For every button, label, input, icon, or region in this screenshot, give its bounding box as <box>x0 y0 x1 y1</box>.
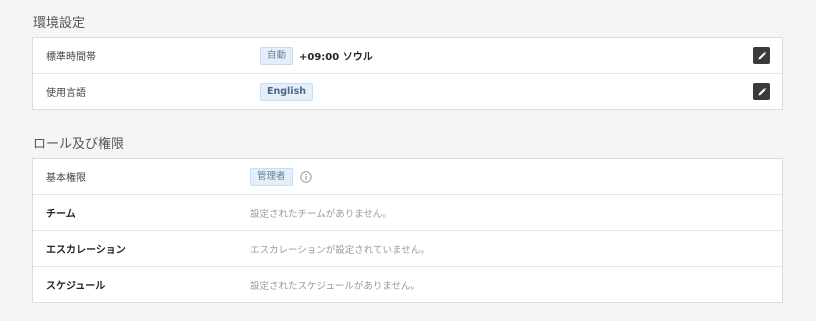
schedule-value: 設定されたスケジュールがありません。 <box>250 280 421 292</box>
pencil-icon <box>758 51 766 59</box>
escalation-label: エスカレーション <box>46 245 126 256</box>
language-label: 使用言語 <box>46 88 86 99</box>
language-badge: English <box>260 82 313 101</box>
base-permission-value: 管理者 <box>250 167 312 186</box>
timezone-row: 標準時間帯 自動 +09:00 ソウル <box>33 38 782 74</box>
timezone-value: 自動 +09:00 ソウル <box>260 46 373 65</box>
escalation-row: エスカレーション エスカレーションが設定されていません。 <box>33 231 782 267</box>
team-label: チーム <box>46 209 76 220</box>
info-icon[interactable] <box>299 170 312 183</box>
language-row: 使用言語 English <box>33 74 782 109</box>
team-row: チーム 設定されたチームがありません。 <box>33 195 782 231</box>
escalation-value: エスカレーションが設定されていません。 <box>250 244 430 256</box>
language-value: English <box>260 82 313 101</box>
environment-section-title: 環境設定 <box>33 16 86 31</box>
schedule-label: スケジュール <box>46 281 106 292</box>
environment-panel: 標準時間帯 自動 +09:00 ソウル 使用言語 English <box>32 37 783 110</box>
edit-timezone-button[interactable] <box>753 47 770 64</box>
timezone-label: 標準時間帯 <box>46 52 96 63</box>
edit-language-button[interactable] <box>753 83 770 100</box>
base-permission-row: 基本権限 管理者 <box>33 159 782 195</box>
admin-badge: 管理者 <box>250 167 293 186</box>
schedule-row: スケジュール 設定されたスケジュールがありません。 <box>33 267 782 302</box>
base-permission-label: 基本権限 <box>46 173 86 184</box>
pencil-icon <box>758 87 766 95</box>
roles-section-title: ロール及び権限 <box>33 137 125 152</box>
timezone-text: +09:00 ソウル <box>299 52 373 63</box>
team-value: 設定されたチームがありません。 <box>250 208 392 220</box>
roles-panel: 基本権限 管理者 チーム 設定されたチームがありません。 エスカレーション エス… <box>32 158 783 303</box>
auto-badge: 自動 <box>260 46 294 65</box>
